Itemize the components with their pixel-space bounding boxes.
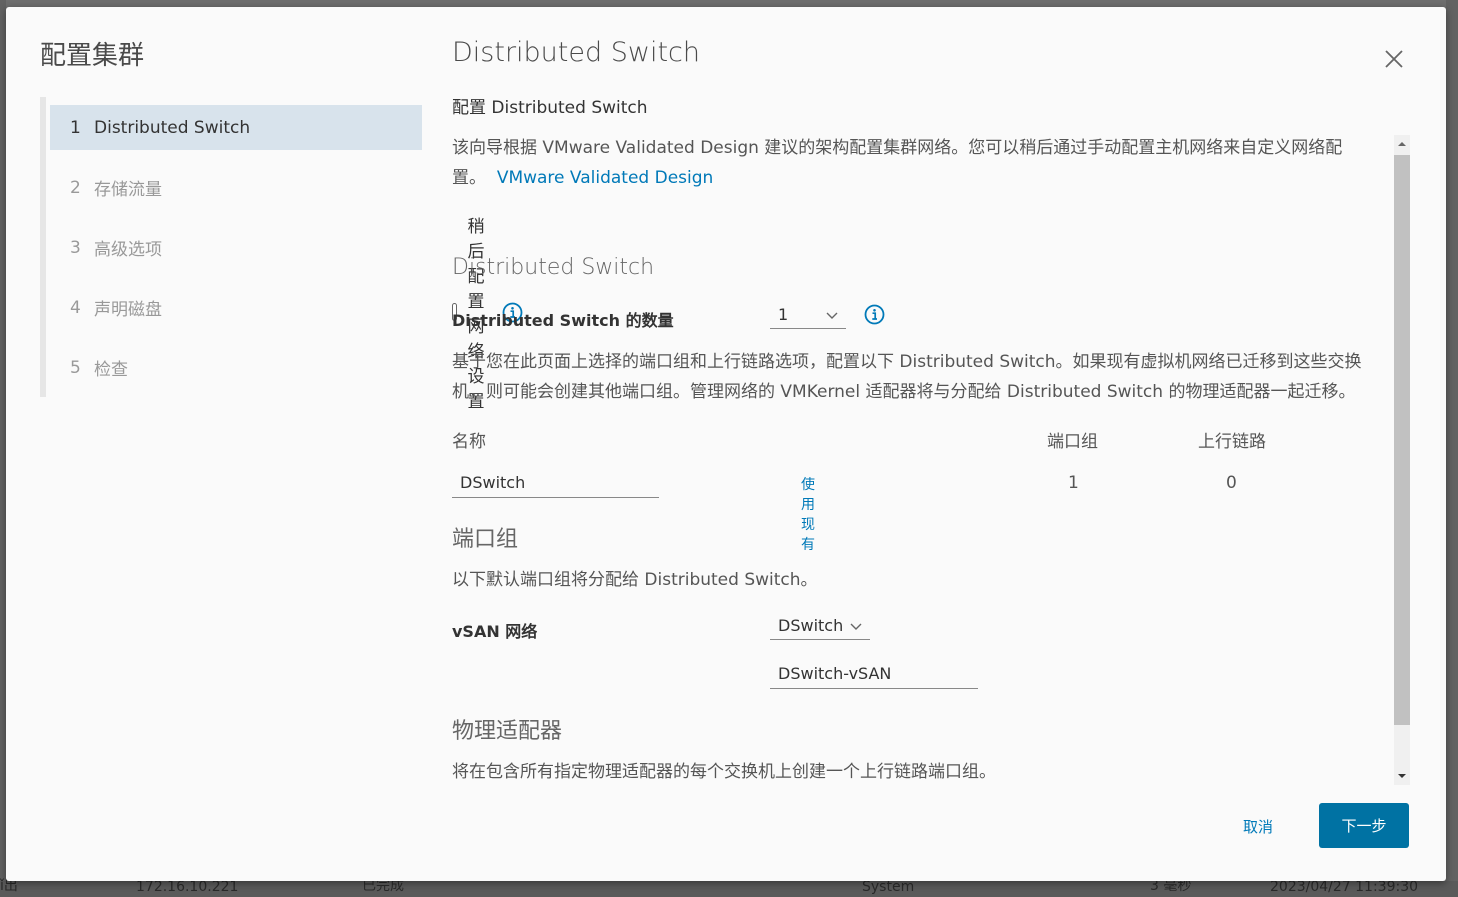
ds-description-line: 基于您在此页面上选择的端口组和上行链路选项，配置以下 Distributed S…	[452, 352, 1362, 372]
switch-name-value: DSwitch	[460, 473, 526, 492]
scroll-up-icon[interactable]	[1397, 141, 1407, 147]
step-number: 5	[70, 357, 81, 378]
section-portgroup: 端口组	[452, 527, 519, 552]
background-app-right	[1446, 0, 1458, 897]
background-cell: 2023/04/27 11:39:30	[1270, 879, 1419, 895]
wizard-step-storage-traffic[interactable]: 2 存储流量	[50, 165, 422, 210]
ds-count-select[interactable]: 1	[770, 301, 846, 329]
vsan-portgroup-input[interactable]: DSwitch-vSAN	[770, 659, 978, 689]
cancel-button[interactable]: 取消	[1222, 804, 1294, 848]
portgroup-count: 1	[1068, 473, 1079, 493]
content-scrollbar[interactable]	[1392, 135, 1412, 785]
use-existing-link[interactable]: 使用现有	[801, 474, 815, 554]
uplink-count: 0	[1226, 473, 1237, 493]
switch-name-input[interactable]: DSwitch	[452, 468, 659, 498]
scroll-thumb[interactable]	[1394, 155, 1410, 725]
intro-line: 置。	[452, 168, 486, 188]
wizard-step-review[interactable]: 5 检查	[50, 345, 422, 390]
ds-description: 基于您在此页面上选择的端口组和上行链路选项，配置以下 Distributed S…	[452, 347, 1387, 407]
ds-count-label: Distributed Switch 的数量	[452, 311, 674, 330]
column-header-name: 名称	[452, 432, 486, 452]
page-title: Distributed Switch	[452, 37, 700, 68]
step-label: 高级选项	[94, 240, 162, 260]
step-label: 声明磁盘	[94, 300, 162, 320]
close-icon[interactable]	[1382, 47, 1406, 71]
section-physical-adapters: 物理适配器	[452, 719, 563, 744]
next-button[interactable]: 下一步	[1319, 803, 1409, 848]
ds-count-value: 1	[778, 305, 789, 324]
column-header-portgroup: 端口组	[1047, 432, 1098, 452]
background-cell: System	[862, 879, 915, 895]
physical-adapters-description: 将在包含所有指定物理适配器的每个交换机上创建一个上行链路端口组。	[452, 762, 996, 782]
configure-cluster-dialog: 配置集群 1 Distributed Switch 2 存储流量 3 高级选项 …	[6, 7, 1446, 881]
scroll-down-icon[interactable]	[1397, 773, 1407, 779]
vsan-switch-select[interactable]: DSwitch	[770, 612, 870, 640]
info-icon[interactable]	[864, 304, 885, 325]
background-cell: 172.16.10.221	[136, 879, 239, 895]
chevron-down-icon	[826, 305, 838, 324]
vsan-network-label: vSAN 网络	[452, 622, 538, 641]
vvd-link[interactable]: VMware Validated Design	[497, 168, 714, 188]
column-header-uplink: 上行链路	[1198, 432, 1266, 452]
section-distributed-switch: Distributed Switch	[452, 255, 655, 280]
intro-text: 该向导根据 VMware Validated Design 建议的架构配置集群网…	[452, 133, 1382, 193]
step-label: Distributed Switch	[94, 117, 251, 138]
portgroup-description: 以下默认端口组将分配给 Distributed Switch。	[452, 570, 818, 590]
step-number: 4	[70, 297, 81, 318]
chevron-down-icon	[850, 616, 862, 635]
wizard-title: 配置集群	[40, 41, 145, 71]
step-number: 3	[70, 237, 81, 258]
wizard-step-advanced-options[interactable]: 3 高级选项	[50, 225, 422, 270]
wizard-steps: 1 Distributed Switch 2 存储流量 3 高级选项 4 声明磁…	[40, 97, 422, 397]
vsan-switch-value: DSwitch	[778, 616, 844, 635]
intro-line: 该向导根据 VMware Validated Design 建议的架构配置集群网…	[452, 138, 1343, 158]
step-label: 存储流量	[94, 180, 162, 200]
wizard-step-distributed-switch[interactable]: 1 Distributed Switch	[50, 105, 422, 150]
step-number: 1	[70, 117, 81, 138]
background-task-row: ǐ出 172.16.10.221 已完成 System 3 毫秒 2023/04…	[0, 878, 1458, 897]
vsan-portgroup-value: DSwitch-vSAN	[778, 664, 892, 683]
ds-description-line: 机，则可能会创建其他端口组。管理网络的 VMKernel 适配器将与分配给 Di…	[452, 382, 1356, 402]
step-label: 检查	[94, 360, 128, 380]
wizard-step-claim-disks[interactable]: 4 声明磁盘	[50, 285, 422, 330]
step-number: 2	[70, 177, 81, 198]
page-subtitle: 配置 Distributed Switch	[452, 98, 648, 118]
